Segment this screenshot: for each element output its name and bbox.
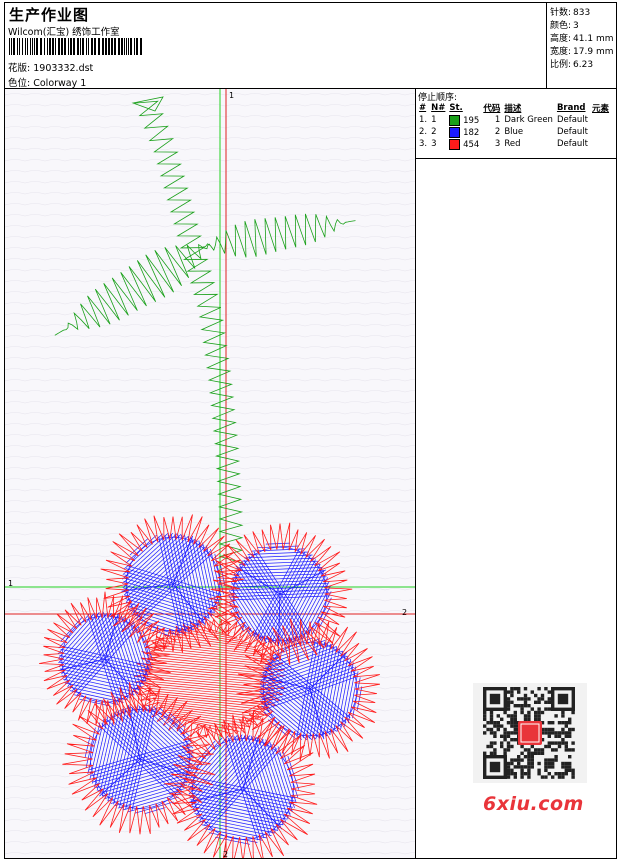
row-description: Red — [504, 139, 521, 149]
design-file: 花版: 1903332.dst — [8, 60, 93, 74]
row-index: 3. — [419, 139, 428, 149]
row-stitches: 182 — [447, 126, 481, 138]
stat-stitches: 针数: 833 — [550, 8, 591, 18]
col-brand: Brand — [556, 103, 586, 113]
axis-label-red-right: 2 — [402, 608, 407, 617]
green-stitches — [54, 96, 356, 564]
barcode — [9, 38, 142, 55]
color-swatch — [449, 126, 461, 138]
row-code: 3 — [494, 139, 501, 149]
col-description: 描述 — [504, 104, 522, 114]
color-row: 2. 2 182 2 Blue Default — [417, 126, 611, 138]
row-needle: 3 — [431, 139, 437, 149]
row-element — [590, 114, 611, 126]
colorway: 色位: Colorway 1 — [8, 75, 86, 89]
color-table: # N# St. 代码 描述 Brand 元素 1. 1 195 1 Dark Gre… — [417, 102, 611, 150]
design-canvas: 1 1 2 2 — [5, 89, 415, 858]
row-index: 1. — [419, 115, 428, 125]
axis-label-red-bottom: 2 — [223, 850, 228, 858]
row-code: 1 — [494, 115, 501, 125]
design-filename: 1903332.dst — [33, 63, 94, 74]
row-needle: 2 — [431, 127, 437, 137]
color-swatch — [449, 114, 461, 126]
stat-colors: 颜色: 3 — [550, 21, 579, 31]
col-code: 代码 — [483, 104, 501, 114]
stat-height: 高度: 41.1 mm — [550, 34, 614, 44]
header-left: 生产作业图 Wilcom(汇宝) 绣饰工作室 花版: 1903332.dst 色… — [5, 3, 547, 89]
color-swatch — [449, 138, 461, 150]
design-label: 花版: — [8, 63, 31, 74]
col-number: N# — [431, 103, 446, 113]
row-index: 2. — [419, 127, 428, 137]
row-description: Dark Green — [504, 115, 553, 125]
qr-code — [473, 683, 587, 783]
row-needle: 1 — [431, 115, 437, 125]
row-brand: Default — [556, 127, 589, 137]
col-index: # — [419, 103, 427, 113]
design-stats: 针数: 833 颜色: 3 高度: 41.1 mm 宽度: 17.9 mm 比例: 6.2… — [547, 3, 616, 89]
row-element — [590, 126, 611, 138]
row-stitches: 195 — [447, 114, 481, 126]
row-brand: Default — [556, 139, 589, 149]
background-pattern — [5, 93, 415, 855]
color-row: 1. 1 195 1 Dark Green Default — [417, 114, 611, 126]
row-brand: Default — [556, 115, 589, 125]
panel-divider — [416, 158, 616, 159]
col-element: 元素 — [592, 104, 610, 114]
stat-scale: 比例: 6.23 — [550, 60, 594, 70]
company-name: Wilcom(汇宝) 绣饰工作室 — [8, 27, 120, 38]
axis-label-green-top: 1 — [229, 91, 234, 100]
production-sheet: 生产作业图 Wilcom(汇宝) 绣饰工作室 花版: 1903332.dst 色… — [4, 2, 617, 859]
colorway-value: Colorway 1 — [33, 78, 87, 89]
embroidery-preview: 1 1 2 2 — [5, 89, 415, 858]
row-element — [590, 138, 611, 150]
row-description: Blue — [504, 127, 524, 137]
row-code: 2 — [494, 127, 501, 137]
color-row: 3. 3 454 3 Red Default — [417, 138, 611, 150]
stat-width: 宽度: 17.9 mm — [550, 47, 614, 57]
watermark-logo: 6xiu.com — [483, 793, 584, 815]
colorway-label: 色位: — [8, 78, 31, 89]
col-stitches: St. — [449, 103, 463, 113]
color-table-header: # N# St. 代码 描述 Brand 元素 — [417, 102, 611, 114]
row-stitches: 454 — [447, 138, 481, 150]
axis-label-green-left: 1 — [8, 579, 13, 588]
page-title: 生产作业图 — [9, 6, 90, 24]
